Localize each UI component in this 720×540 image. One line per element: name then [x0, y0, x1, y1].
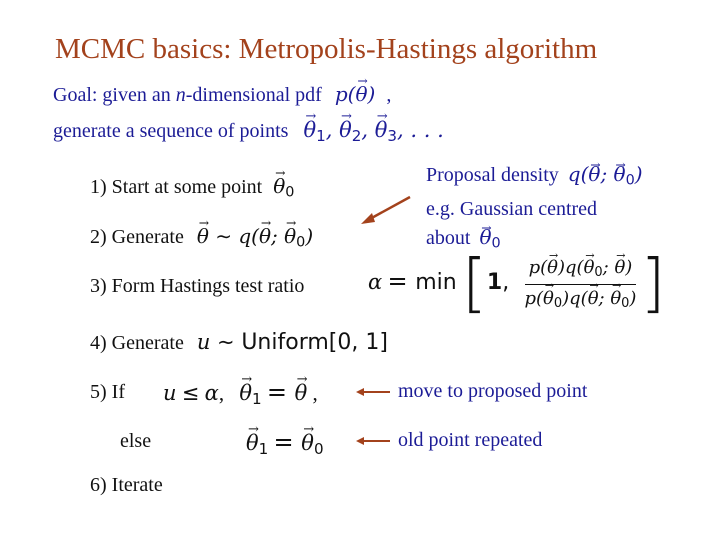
accept-arrow-icon	[356, 388, 390, 396]
left-arrows	[356, 388, 390, 445]
step-6-label: 6) Iterate	[90, 474, 163, 496]
reject-arrow-icon	[356, 437, 390, 445]
accept-note: move to proposed point	[398, 380, 588, 402]
reject-note: old point repeated	[398, 429, 543, 451]
step-6: 6) Iterate	[90, 474, 163, 497]
